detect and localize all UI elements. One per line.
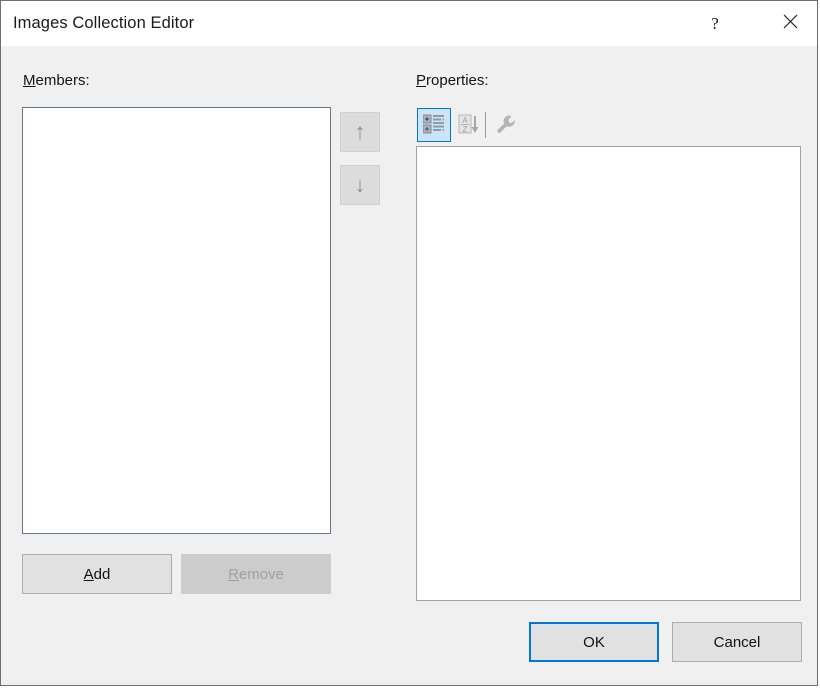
alphabetical-sort-icon: A Z: [458, 113, 480, 138]
members-listbox[interactable]: [22, 107, 331, 534]
svg-text:A: A: [462, 116, 468, 125]
property-grid[interactable]: [416, 146, 801, 601]
properties-label: Properties:: [416, 72, 489, 89]
close-icon: [783, 14, 798, 32]
remove-button-label: emove: [238, 565, 284, 583]
close-button[interactable]: [762, 1, 817, 45]
arrow-down-icon: ↓: [354, 172, 366, 197]
toolbar-separator: [485, 112, 486, 138]
move-up-button[interactable]: ↑: [340, 112, 380, 152]
properties-label-rest: roperties:: [426, 72, 489, 89]
alphabetical-sort-button[interactable]: A Z: [452, 108, 486, 142]
members-label-rest: embers:: [35, 72, 90, 89]
remove-button[interactable]: Remove: [181, 554, 331, 594]
arrow-up-icon: ↑: [354, 119, 366, 144]
help-button[interactable]: ?: [692, 1, 738, 45]
members-label: Members:: [23, 72, 90, 89]
categorized-view-button[interactable]: [417, 108, 451, 142]
question-mark-icon: ?: [711, 13, 719, 33]
titlebar: Images Collection Editor ?: [1, 1, 817, 46]
property-pages-button[interactable]: [489, 108, 523, 142]
cancel-button[interactable]: Cancel: [672, 622, 802, 662]
add-button-label: dd: [93, 565, 111, 583]
images-collection-editor-dialog: Images Collection Editor ? Members: ↑ ↓ …: [0, 0, 818, 686]
property-grid-toolbar: A Z: [416, 108, 802, 144]
window-title: Images Collection Editor: [13, 14, 195, 32]
members-label-accel: M: [23, 72, 36, 89]
add-button[interactable]: Add: [22, 554, 172, 594]
wrench-icon: [495, 113, 517, 138]
add-button-accel: A: [83, 565, 94, 583]
ok-button[interactable]: OK: [529, 622, 659, 662]
properties-label-accel: P: [416, 72, 427, 89]
remove-button-accel: R: [228, 565, 239, 583]
svg-text:Z: Z: [463, 125, 468, 134]
categorized-view-icon: [422, 114, 445, 137]
move-down-button[interactable]: ↓: [340, 165, 380, 205]
